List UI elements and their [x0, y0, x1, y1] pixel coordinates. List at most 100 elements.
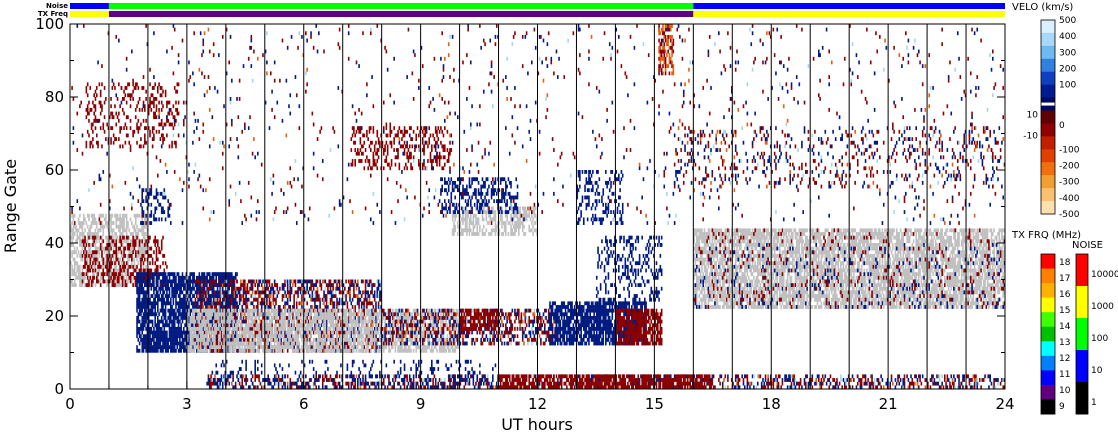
heatmap-cell [228, 326, 231, 331]
heatmap-cell [206, 275, 208, 280]
heatmap-cell [216, 286, 219, 291]
heatmap-cell [316, 312, 319, 317]
heatmap-cell [181, 272, 184, 277]
heatmap-cell [266, 301, 268, 306]
heatmap-cell [356, 312, 359, 317]
heatmap-cell [193, 316, 195, 320]
heatmap-cell [189, 323, 192, 328]
heatmap-cell [82, 250, 85, 255]
heatmap-cell [106, 253, 108, 258]
heatmap-cell [136, 257, 138, 262]
heatmap-cell [73, 246, 76, 251]
heatmap-cell [308, 316, 311, 320]
heatmap-cell [273, 305, 276, 309]
heatmap-cell [345, 279, 347, 284]
heatmap-cell [257, 305, 259, 309]
heatmap-cell [164, 217, 167, 222]
heatmap-cell [173, 323, 176, 328]
heatmap-cell [175, 100, 177, 105]
heatmap-cell [314, 337, 316, 342]
heatmap-cell [101, 82, 103, 87]
heatmap-cell [79, 235, 81, 240]
heatmap-cell [176, 337, 179, 342]
heatmap-cell [121, 232, 124, 236]
heatmap-cell [331, 297, 333, 302]
heatmap-cell [197, 283, 199, 287]
heatmap-cell [198, 312, 201, 317]
heatmap-cell [299, 330, 302, 335]
heatmap-cell [123, 250, 125, 255]
heatmap-cell [293, 319, 295, 324]
heatmap-cell [179, 308, 181, 313]
heatmap-cell [338, 286, 341, 291]
heatmap-cell [129, 144, 132, 149]
heatmap-cell [112, 133, 115, 138]
heatmap-cell [158, 312, 160, 317]
heatmap-cell [127, 224, 129, 229]
heatmap-cell [279, 305, 281, 309]
heatmap-cell [293, 326, 295, 331]
heatmap-cell [316, 308, 319, 313]
heatmap-cell [182, 279, 185, 284]
heatmap-cell [119, 129, 121, 134]
heatmap-cell [355, 286, 358, 291]
heatmap-cell [258, 348, 260, 353]
heatmap-cell [245, 334, 247, 339]
heatmap-cell [111, 213, 114, 218]
heatmap-cell [124, 93, 127, 98]
heatmap-cell [203, 337, 206, 342]
heatmap-cell [190, 330, 193, 335]
heatmap-cell [89, 257, 92, 262]
heatmap-cell [223, 330, 225, 335]
heatmap-cell [344, 301, 346, 306]
heatmap-cell [167, 341, 169, 346]
heatmap-cell [244, 279, 246, 284]
heatmap-cell [157, 89, 159, 94]
heatmap-cell [298, 341, 301, 346]
heatmap-cell [219, 334, 221, 339]
heatmap-cell [269, 301, 272, 306]
heatmap-cell [140, 264, 142, 269]
heatmap-cell [160, 191, 163, 196]
heatmap-cell [160, 316, 163, 320]
heatmap-cell [260, 312, 263, 317]
heatmap-cell [319, 330, 321, 335]
heatmap-cell [129, 275, 132, 280]
heatmap-cell [286, 323, 289, 328]
heatmap-cell [218, 319, 220, 324]
heatmap-cell [167, 210, 169, 214]
heatmap-cell [144, 275, 146, 280]
heatmap-cell [123, 111, 125, 116]
heatmap-cell [160, 239, 163, 244]
heatmap-cell [344, 286, 346, 291]
heatmap-cell [132, 97, 134, 101]
heatmap-cell [115, 239, 118, 244]
heatmap-cell [312, 345, 315, 350]
heatmap-cell [132, 235, 134, 240]
heatmap-cell [72, 228, 75, 233]
heatmap-cell [90, 283, 93, 287]
heatmap-cell [121, 257, 124, 262]
heatmap-cell [149, 275, 151, 280]
heatmap-cell [158, 129, 160, 134]
heatmap-cell [346, 301, 349, 306]
heatmap-cell [276, 337, 279, 342]
heatmap-cell [219, 345, 221, 350]
heatmap-cell [306, 312, 308, 317]
heatmap-cell [195, 294, 198, 298]
heatmap-cell [95, 86, 98, 90]
heatmap-cell [154, 308, 157, 313]
heatmap-cell [116, 97, 119, 101]
heatmap-cell [218, 316, 220, 320]
heatmap-cell [85, 272, 88, 277]
heatmap-cell [223, 290, 225, 295]
heatmap-cell [193, 294, 195, 298]
heatmap-cell [353, 283, 355, 287]
noise-strip-segment [108, 3, 694, 9]
heatmap-cell [267, 286, 269, 291]
heatmap-cell [269, 341, 272, 346]
heatmap-cell [145, 224, 147, 229]
heatmap-cell [306, 341, 308, 346]
heatmap-cell [129, 118, 132, 123]
heatmap-cell [312, 286, 315, 291]
